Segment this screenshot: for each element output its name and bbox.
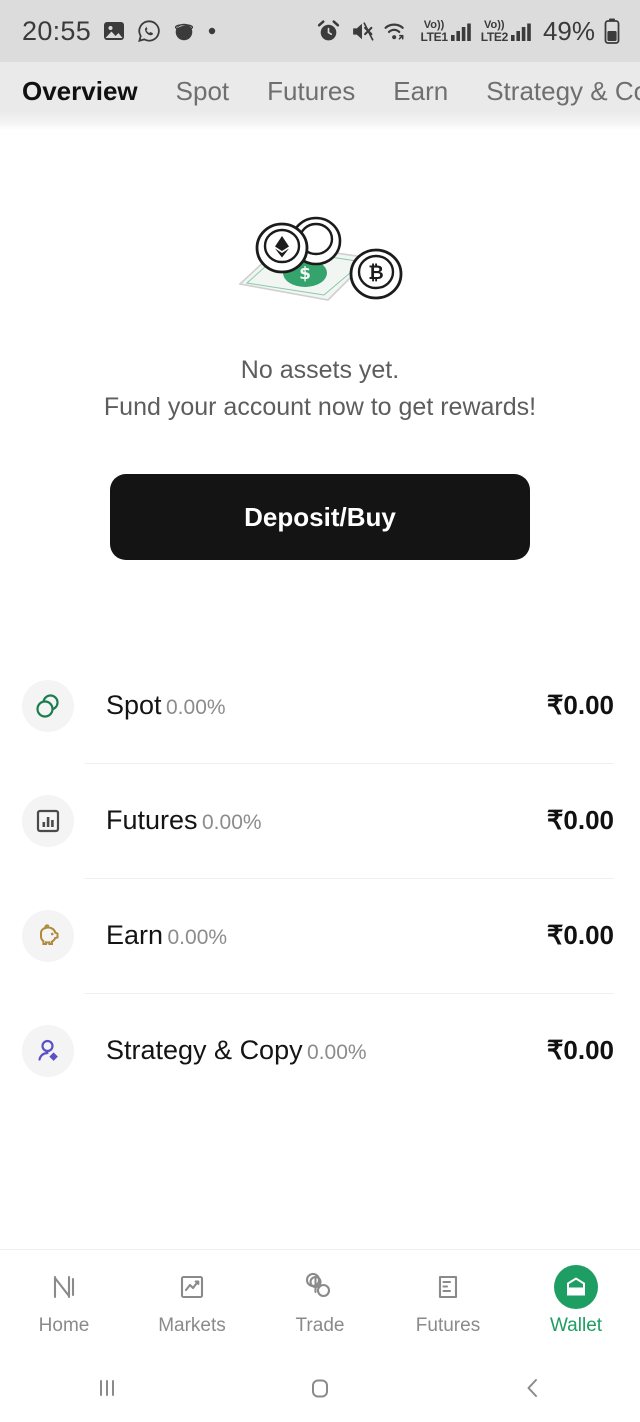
deposit-buy-button[interactable]: Deposit/Buy: [110, 474, 530, 560]
account-name: Earn: [106, 920, 164, 950]
svg-text:$: $: [299, 264, 311, 284]
trade-circles-icon: [305, 1267, 335, 1307]
home-logo-icon: [49, 1267, 79, 1307]
volte1-signal-icon: Vo)) LTE1: [420, 18, 471, 44]
wallet-tab-bar: Overview Spot Futures Earn Strategy & Co…: [0, 62, 640, 130]
account-percent: 0.00%: [166, 696, 226, 719]
volte1-label-bottom: LTE1: [420, 29, 448, 44]
back-chevron-icon[interactable]: [427, 1371, 640, 1405]
volte1-label-top: Vo)): [423, 18, 445, 31]
account-percent: 0.00%: [167, 926, 228, 949]
tab-strategy-copy[interactable]: Strategy & Copy: [486, 76, 640, 107]
wifi-icon: [384, 19, 411, 44]
battery-percent-label: 49%: [542, 15, 595, 46]
account-row-spot[interactable]: Spot 0.00% ₹0.00: [22, 648, 614, 763]
status-bar-right: Vo)) LTE1 Vo)) LTE2 49%: [316, 16, 620, 47]
account-amount: ₹0.00: [546, 805, 614, 835]
status-bar: 20:55 Vo)) LTE1 Vo)) LTE2 49%: [0, 0, 640, 62]
nav-item-futures[interactable]: Futures: [384, 1267, 512, 1337]
app-bubble-icon: [172, 19, 196, 43]
empty-state-line1: No assets yet.: [240, 356, 400, 384]
android-system-nav: [0, 1354, 640, 1422]
status-bar-left: 20:55: [22, 16, 217, 47]
bottom-navigation-bar: Home Markets Trade Futures Wallet: [0, 1249, 640, 1354]
nav-label: Markets: [158, 1315, 226, 1336]
account-row-strategy-copy[interactable]: Strategy & Copy 0.00% ₹0.00: [22, 993, 614, 1108]
recents-icon[interactable]: [0, 1371, 213, 1405]
empty-state-message: No assets yet. Fund your account now to …: [104, 352, 536, 426]
tab-earn[interactable]: Earn: [393, 76, 448, 107]
account-percent: 0.00%: [202, 811, 262, 834]
battery-icon: [604, 18, 620, 44]
tab-spot[interactable]: Spot: [176, 76, 230, 107]
empty-state-line2: Fund your account now to get rewards!: [103, 393, 537, 421]
dot-icon: [207, 26, 217, 36]
markets-chart-icon: [177, 1267, 207, 1307]
nav-item-trade[interactable]: Trade: [256, 1267, 384, 1337]
volte2-label-top: Vo)): [484, 18, 505, 31]
account-row-earn[interactable]: Earn 0.00% ₹0.00: [22, 878, 614, 993]
nav-label: Futures: [415, 1315, 481, 1336]
home-square-icon[interactable]: [213, 1371, 426, 1405]
account-balance-list: Spot 0.00% ₹0.00 Futures 0.00% ₹0.00 Ear…: [0, 648, 640, 1108]
whatsapp-icon: [137, 19, 161, 43]
photos-icon: [102, 19, 126, 43]
futures-barchart-icon: [22, 794, 74, 847]
tab-futures[interactable]: Futures: [267, 76, 355, 107]
volte2-label-bottom: LTE2: [480, 29, 509, 44]
account-name: Strategy & Copy: [106, 1035, 303, 1065]
wallet-icon: [554, 1265, 598, 1309]
nav-label: Wallet: [549, 1315, 603, 1336]
spot-rings-icon: [22, 679, 74, 732]
mute-icon: [350, 19, 375, 44]
futures-document-icon: [433, 1267, 463, 1307]
empty-state-section: $ ₿ No assets yet. Fund your account now…: [0, 130, 640, 560]
nav-label: Trade: [295, 1315, 345, 1336]
account-name: Spot: [106, 690, 162, 720]
volte2-signal-icon: Vo)) LTE2: [480, 18, 532, 44]
earn-piggybank-icon: [22, 909, 74, 962]
account-row-futures[interactable]: Futures 0.00% ₹0.00: [22, 763, 614, 878]
nav-item-wallet[interactable]: Wallet: [512, 1265, 640, 1337]
coins-and-banknote-illustration: $ ₿: [220, 212, 420, 322]
account-percent: 0.00%: [307, 1041, 367, 1064]
account-name: Futures: [106, 805, 198, 835]
svg-text:₿: ₿: [368, 262, 383, 284]
alarm-icon: [316, 19, 341, 44]
nav-item-home[interactable]: Home: [0, 1267, 128, 1337]
status-time: 20:55: [22, 15, 92, 46]
nav-label: Home: [38, 1315, 90, 1336]
account-amount: ₹0.00: [546, 920, 614, 950]
tab-overview[interactable]: Overview: [22, 76, 138, 107]
nav-item-markets[interactable]: Markets: [128, 1267, 256, 1337]
strategy-person-icon: [22, 1024, 74, 1077]
account-amount: ₹0.00: [546, 690, 614, 720]
account-amount: ₹0.00: [546, 1035, 614, 1065]
